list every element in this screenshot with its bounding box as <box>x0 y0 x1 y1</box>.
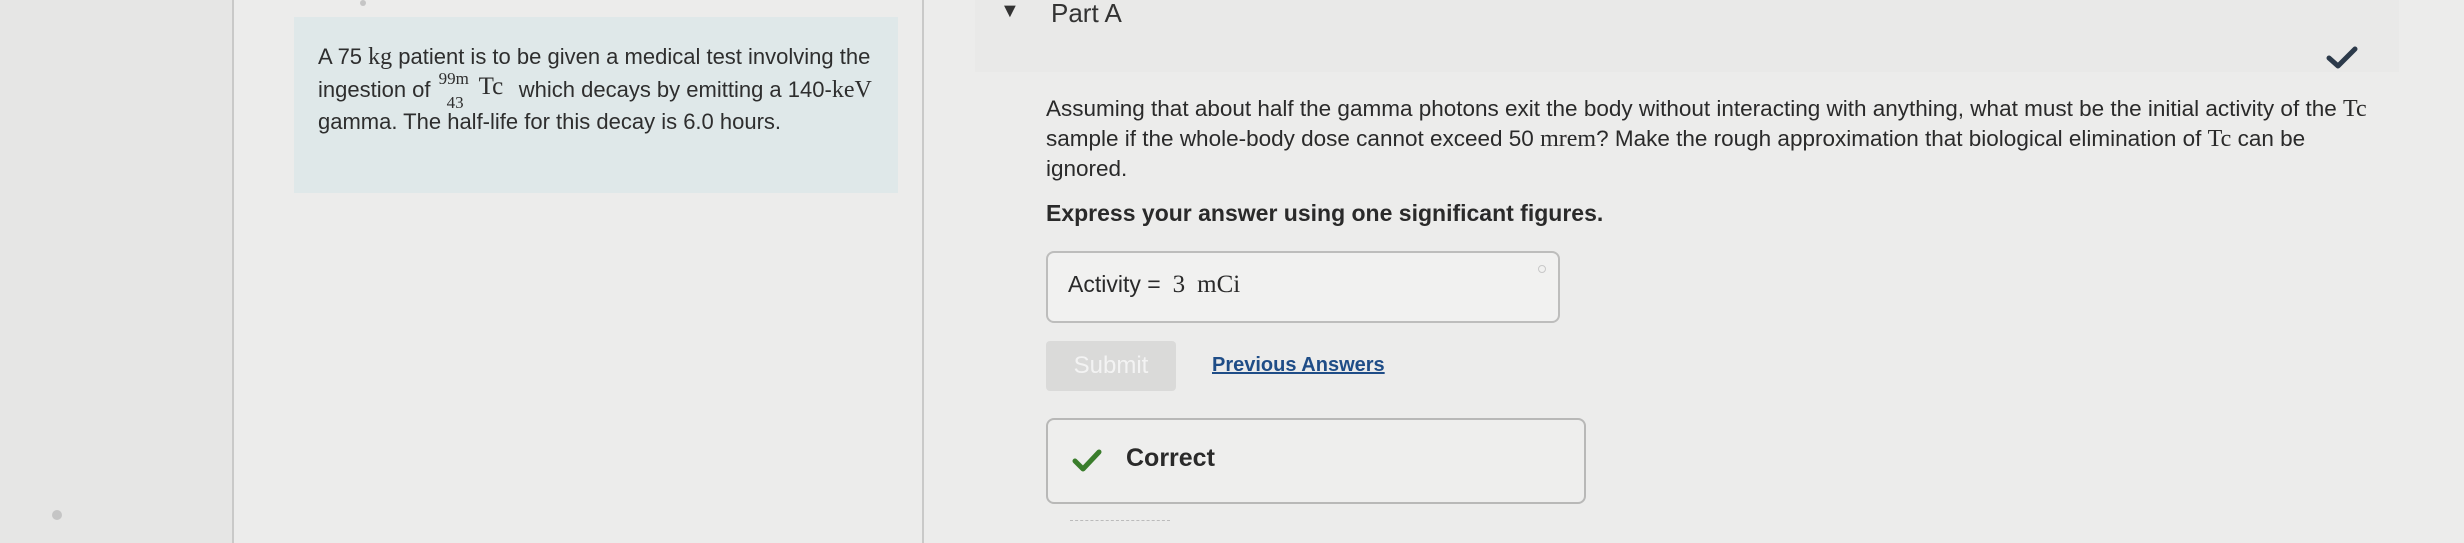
top-dot <box>360 0 366 6</box>
previous-answers-link[interactable]: Previous Answers <box>1212 354 1385 377</box>
answer-field[interactable]: Activity = 3 mCi <box>1046 251 1560 323</box>
answer-value: 3 <box>1172 271 1186 298</box>
dashed-divider <box>1070 520 1170 521</box>
feedback-status: Correct <box>1126 444 1215 472</box>
part-header[interactable] <box>975 0 2399 72</box>
submit-button[interactable]: Submit <box>1046 341 1176 391</box>
collapse-caret-icon[interactable]: ▼ <box>1000 0 1020 23</box>
feedback-box: Correct <box>1046 418 1586 504</box>
center-divider <box>922 0 924 543</box>
answer-unit: mCi <box>1197 271 1241 298</box>
answer-instruction: Express your answer using one significan… <box>1046 200 1604 226</box>
part-title: Part A <box>1051 0 1122 28</box>
answer-label: Activity = <box>1068 271 1161 297</box>
left-divider <box>232 0 234 543</box>
problem-statement: A 75 kg patient is to be given a medical… <box>294 17 898 193</box>
completed-check-icon <box>2326 46 2358 69</box>
correct-check-icon <box>1072 449 1102 472</box>
question-text: Assuming that about half the gamma photo… <box>1046 96 2367 181</box>
field-indicator-icon <box>1538 265 1546 273</box>
margin-dot <box>52 510 62 520</box>
left-margin <box>0 0 232 543</box>
isotope-notation: 99m 43 Tc <box>438 69 504 112</box>
